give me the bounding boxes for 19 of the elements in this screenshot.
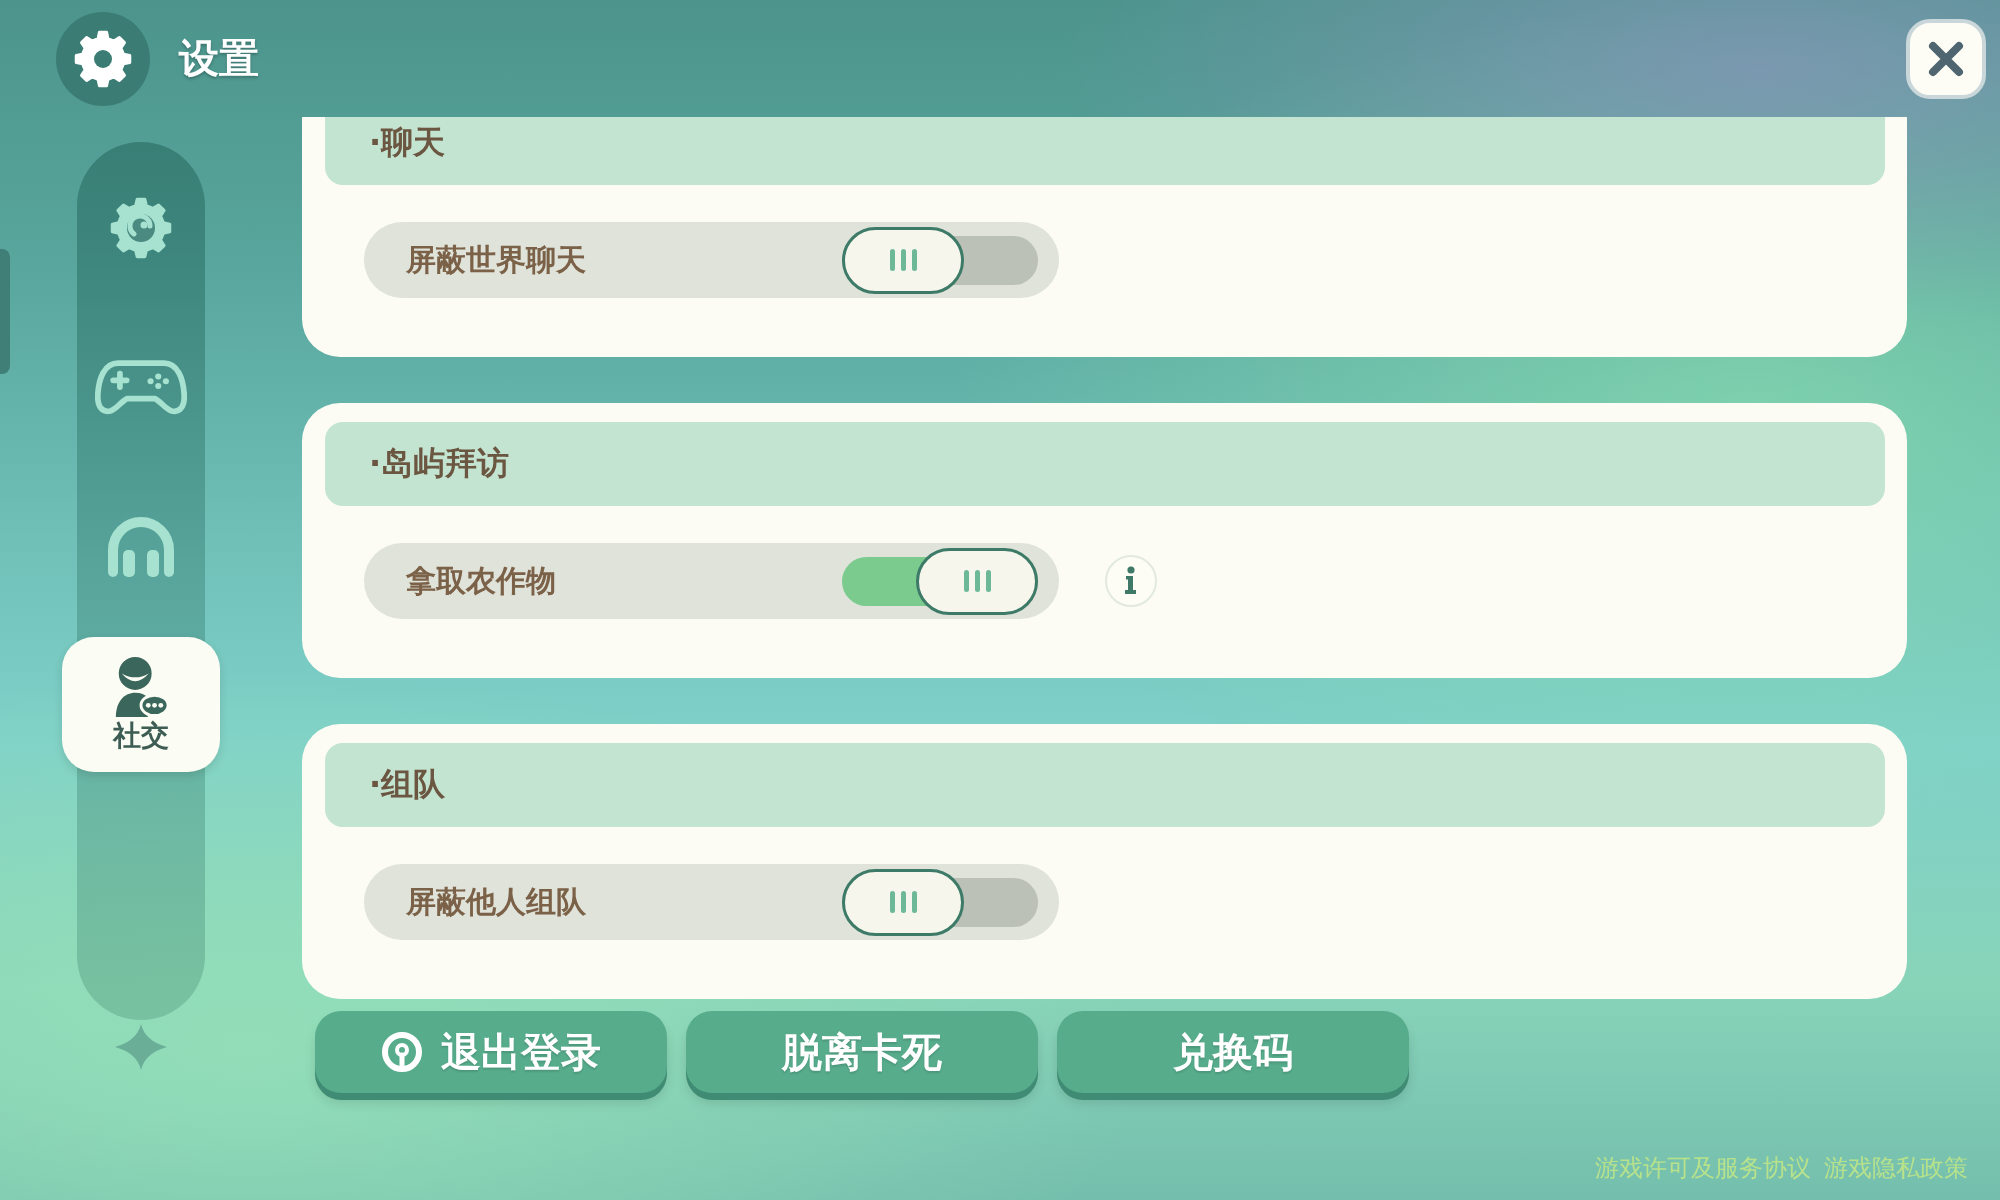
- setting-label: 屏蔽世界聊天: [406, 240, 586, 279]
- toggle-switch[interactable]: [842, 547, 1038, 615]
- switch-knob[interactable]: [916, 547, 1038, 615]
- settings-icon: [56, 11, 150, 106]
- setting-label: 屏蔽他人组队: [406, 882, 586, 921]
- section-header: ·聊天: [325, 117, 1885, 185]
- section-header: ·岛屿拜访: [325, 422, 1885, 506]
- power-icon: [381, 1031, 423, 1073]
- setting-label: 拿取农作物: [406, 561, 556, 600]
- toggle-switch[interactable]: [842, 226, 1038, 294]
- close-button[interactable]: [1906, 18, 1986, 99]
- page-title: 设置: [179, 34, 259, 83]
- footer-link[interactable]: 游戏许可及服务协议: [1595, 1154, 1811, 1182]
- section-header: ·组队: [325, 743, 1885, 827]
- info-icon[interactable]: [1104, 554, 1158, 608]
- sidebar-tab[interactable]: 社交: [62, 637, 220, 772]
- gear-icon: [109, 195, 173, 260]
- toggle-switch[interactable]: [842, 868, 1038, 936]
- footer-link[interactable]: 游戏隐私政策: [1824, 1154, 1968, 1182]
